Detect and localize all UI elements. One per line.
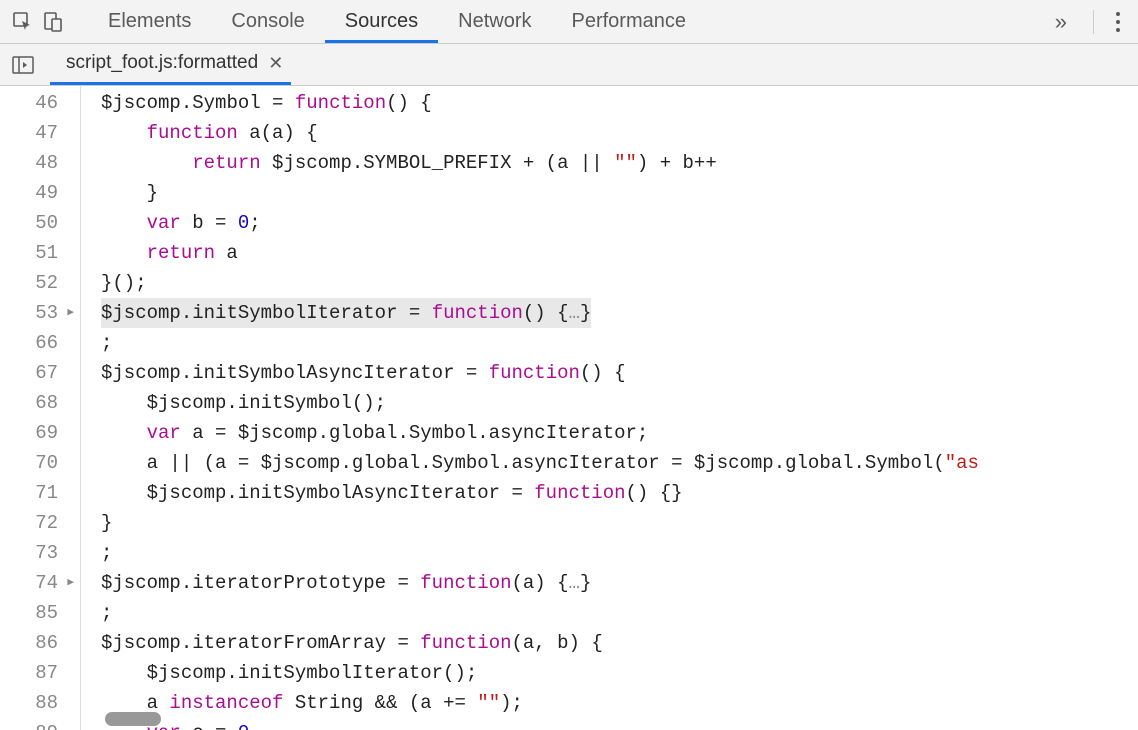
divider bbox=[1093, 10, 1094, 34]
code-line[interactable]: return $jscomp.SYMBOL_PREFIX + (a || "")… bbox=[101, 148, 1138, 178]
line-number[interactable]: 68 bbox=[0, 388, 80, 418]
line-number[interactable]: 52 bbox=[0, 268, 80, 298]
line-number[interactable]: 70 bbox=[0, 448, 80, 478]
overflow-tabs-icon[interactable]: » bbox=[1041, 9, 1081, 35]
file-tab-name: script_foot.js:formatted bbox=[66, 52, 258, 74]
code-line[interactable]: $jscomp.iteratorPrototype = function(a) … bbox=[101, 568, 1138, 598]
code-line[interactable]: }(); bbox=[101, 268, 1138, 298]
line-number[interactable]: 50 bbox=[0, 208, 80, 238]
close-icon[interactable]: ✕ bbox=[268, 53, 283, 74]
code-content[interactable]: $jscomp.Symbol = function() { function a… bbox=[101, 86, 1138, 730]
tab-sources[interactable]: Sources bbox=[325, 0, 438, 43]
file-tabs-bar: script_foot.js:formatted ✕ bbox=[0, 44, 1138, 86]
line-number[interactable]: 73 bbox=[0, 538, 80, 568]
line-number[interactable]: 69 bbox=[0, 418, 80, 448]
line-number[interactable]: 48 bbox=[0, 148, 80, 178]
inspect-element-icon[interactable] bbox=[8, 7, 38, 37]
code-line[interactable]: function a(a) { bbox=[101, 118, 1138, 148]
tab-label: Elements bbox=[108, 10, 191, 33]
line-number[interactable]: 51 bbox=[0, 238, 80, 268]
tab-performance[interactable]: Performance bbox=[552, 0, 707, 43]
line-number[interactable]: 71 bbox=[0, 478, 80, 508]
fold-toggle-icon[interactable]: ▶ bbox=[64, 568, 74, 598]
toolbar-right: » bbox=[1041, 8, 1130, 36]
code-line[interactable]: $jscomp.initSymbol(); bbox=[101, 388, 1138, 418]
line-number[interactable]: 85 bbox=[0, 598, 80, 628]
code-line[interactable]: $jscomp.initSymbolAsyncIterator = functi… bbox=[101, 358, 1138, 388]
tab-elements[interactable]: Elements bbox=[88, 0, 211, 43]
tab-console[interactable]: Console bbox=[211, 0, 324, 43]
tab-label: Network bbox=[458, 10, 531, 33]
code-line[interactable]: a instanceof String && (a += ""); bbox=[101, 688, 1138, 718]
code-line[interactable]: var c = 0 bbox=[101, 718, 1138, 730]
line-number[interactable]: 47 bbox=[0, 118, 80, 148]
navigator-toggle-icon[interactable] bbox=[8, 50, 38, 80]
line-number[interactable]: 66 bbox=[0, 328, 80, 358]
code-line[interactable]: $jscomp.initSymbolIterator = function() … bbox=[101, 298, 1138, 328]
tab-label: Performance bbox=[572, 10, 687, 33]
code-line[interactable]: } bbox=[101, 178, 1138, 208]
file-tab[interactable]: script_foot.js:formatted ✕ bbox=[50, 44, 291, 85]
line-gutter[interactable]: 4647484950515253▶666768697071727374▶8586… bbox=[0, 86, 80, 730]
left-spacing bbox=[81, 86, 101, 730]
code-line[interactable]: return a bbox=[101, 238, 1138, 268]
code-line[interactable]: $jscomp.Symbol = function() { bbox=[101, 88, 1138, 118]
tab-label: Sources bbox=[345, 10, 418, 33]
settings-menu-icon[interactable] bbox=[1106, 8, 1130, 36]
line-number[interactable]: 46 bbox=[0, 88, 80, 118]
line-number[interactable]: 49 bbox=[0, 178, 80, 208]
code-line[interactable]: ; bbox=[101, 538, 1138, 568]
line-number[interactable]: 67 bbox=[0, 358, 80, 388]
device-toolbar-icon[interactable] bbox=[38, 7, 68, 37]
panel-tabs: Elements Console Sources Network Perform… bbox=[88, 0, 1041, 43]
fold-toggle-icon[interactable]: ▶ bbox=[64, 298, 74, 328]
line-number[interactable]: 89 bbox=[0, 718, 80, 730]
code-line[interactable]: a || (a = $jscomp.global.Symbol.asyncIte… bbox=[101, 448, 1138, 478]
tab-label: Console bbox=[231, 10, 304, 33]
line-number[interactable]: 86 bbox=[0, 628, 80, 658]
code-line[interactable]: var a = $jscomp.global.Symbol.asyncItera… bbox=[101, 418, 1138, 448]
code-line[interactable]: var b = 0; bbox=[101, 208, 1138, 238]
horizontal-scrollbar[interactable] bbox=[105, 712, 161, 726]
code-line[interactable]: } bbox=[101, 508, 1138, 538]
line-number[interactable]: 88 bbox=[0, 688, 80, 718]
line-number[interactable]: 87 bbox=[0, 658, 80, 688]
code-line[interactable]: $jscomp.initSymbolAsyncIterator = functi… bbox=[101, 478, 1138, 508]
tab-network[interactable]: Network bbox=[438, 0, 551, 43]
code-line[interactable]: $jscomp.iteratorFromArray = function(a, … bbox=[101, 628, 1138, 658]
code-line[interactable]: ; bbox=[101, 598, 1138, 628]
devtools-toolbar: Elements Console Sources Network Perform… bbox=[0, 0, 1138, 44]
code-line[interactable]: $jscomp.initSymbolIterator(); bbox=[101, 658, 1138, 688]
line-number[interactable]: 53▶ bbox=[0, 298, 80, 328]
code-line[interactable]: ; bbox=[101, 328, 1138, 358]
line-number[interactable]: 72 bbox=[0, 508, 80, 538]
code-editor[interactable]: 4647484950515253▶666768697071727374▶8586… bbox=[0, 86, 1138, 730]
line-number[interactable]: 74▶ bbox=[0, 568, 80, 598]
